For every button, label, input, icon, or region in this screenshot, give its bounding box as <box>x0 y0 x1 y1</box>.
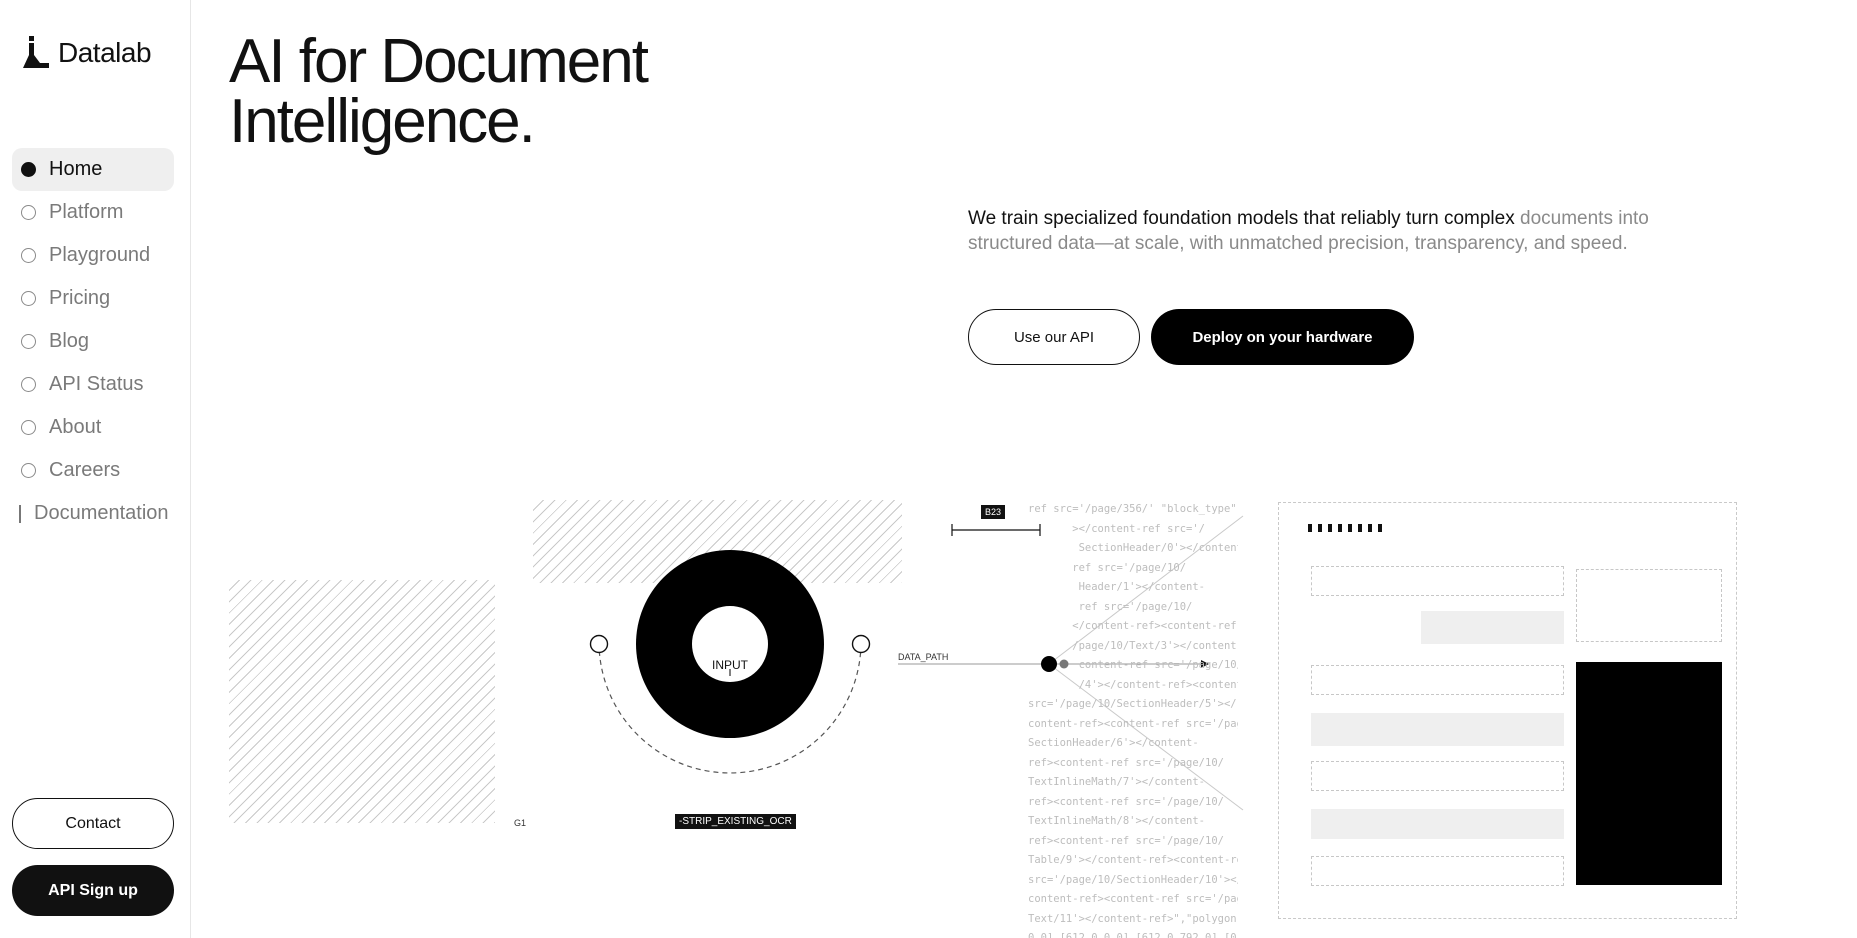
nav-item-label: API Status <box>49 373 144 395</box>
doc-block-text <box>1311 856 1564 886</box>
nav-item-label: Documentation <box>34 502 169 524</box>
nav-item-playground[interactable]: Playground <box>12 234 174 277</box>
code-line: ref><content-ref src='/page/10/ <box>1028 795 1224 808</box>
code-line: content-ref><content-ref src='/page/10/ <box>1028 893 1238 905</box>
json-code-stream: ref src='/page/356/' "block_type" ></con… <box>1028 500 1238 938</box>
code-line: content-ref src='/page/10/ <box>1028 659 1238 671</box>
deploy-hardware-button[interactable]: Deploy on your hardware <box>1151 309 1414 365</box>
doc-block-text <box>1311 761 1564 791</box>
code-line: Header/1'></content- <box>1028 581 1206 593</box>
sidebar: Datalab Home Platform Playground Pricing… <box>0 0 191 938</box>
radio-empty-icon <box>21 291 36 306</box>
code-line: ref src='/page/356/' "block_type" <box>1028 503 1237 515</box>
nav-item-blog[interactable]: Blog <box>12 320 174 363</box>
datalab-logo-icon <box>20 36 50 70</box>
b23-tag: B23 <box>981 505 1006 519</box>
doc-block-equation <box>1311 713 1564 746</box>
code-line: src='/page/10/SectionHeader/5'></ <box>1028 698 1237 710</box>
external-link-bar-icon <box>19 504 21 523</box>
code-line: src='/page/10/SectionHeader/10'></ <box>1028 873 1238 886</box>
radio-empty-icon <box>21 377 36 392</box>
subtitle-dark: We train specialized foundation models t… <box>968 208 1515 229</box>
nav-item-label: Home <box>49 158 103 180</box>
radio-empty-icon <box>21 420 36 435</box>
code-line: ></content-ref src='/ <box>1028 522 1206 535</box>
nav-item-label: Playground <box>49 244 151 266</box>
hero-diagram: G1 INPUT -STRIP_EXISTING_OCR DATA_PATH B… <box>191 480 1857 938</box>
nav-item-api-status[interactable]: API Status <box>12 363 174 406</box>
nav-item-label: Platform <box>49 201 124 223</box>
doc-block-caption <box>1421 611 1564 644</box>
title-line-2: Intelligence. <box>229 87 536 156</box>
code-line: 0.0],[612.0,0.0],[612.0,792.0],[0.0, <box>1028 932 1238 938</box>
nav-item-home[interactable]: Home <box>12 148 174 191</box>
api-signup-button[interactable]: API Sign up <box>12 865 174 916</box>
brand-logo[interactable]: Datalab <box>20 36 152 70</box>
doc-block-figure <box>1576 569 1722 642</box>
page-title: AI for Document Intelligence. <box>229 31 789 153</box>
nav-item-pricing[interactable]: Pricing <box>12 277 174 320</box>
code-line: SectionHeader/6'></content- <box>1028 737 1199 749</box>
contact-button[interactable]: Contact <box>12 798 174 849</box>
code-line: /page/10/Text/3'></content- <box>1028 639 1238 652</box>
radio-empty-icon <box>21 205 36 220</box>
code-line: ref src='/page/10/ <box>1028 600 1193 613</box>
use-api-button[interactable]: Use our API <box>968 309 1140 365</box>
code-line: TextInlineMath/8'></content- <box>1028 815 1206 827</box>
main-nav: Home Platform Playground Pricing Blog AP… <box>12 148 174 535</box>
radio-filled-icon <box>21 162 36 177</box>
nav-item-label: Blog <box>49 330 90 352</box>
brand-name: Datalab <box>58 37 152 68</box>
document-layout-preview <box>1278 502 1737 919</box>
nav-item-careers[interactable]: Careers <box>12 449 174 492</box>
code-line: </content-ref><content-ref <box>1028 620 1237 632</box>
dotted-header-icon <box>1308 524 1382 532</box>
code-line: ref><content-ref src='/page/10/ <box>1028 756 1224 769</box>
nav-item-platform[interactable]: Platform <box>12 191 174 234</box>
code-line: Text/11'></content-ref>","polygon":[[0.0… <box>1028 912 1238 925</box>
nav-item-label: About <box>49 416 102 438</box>
radio-empty-icon <box>21 248 36 263</box>
doc-block-table <box>1576 662 1722 885</box>
hero-subtitle: We train specialized foundation models t… <box>968 206 1728 256</box>
nav-item-about[interactable]: About <box>12 406 174 449</box>
code-line: TextInlineMath/7'></content- <box>1028 776 1206 788</box>
doc-block-text <box>1311 566 1564 596</box>
code-line: /4'></content-ref><content-ref <box>1078 678 1238 691</box>
doc-block-text <box>1311 665 1564 695</box>
radio-empty-icon <box>21 334 36 349</box>
code-line: Table/9'></content-ref><content-ref <box>1028 854 1238 866</box>
nav-item-label: Careers <box>49 459 121 481</box>
doc-block-equation <box>1311 809 1564 839</box>
title-line-1: AI for Document <box>229 27 649 96</box>
nav-item-documentation[interactable]: Documentation <box>12 492 174 535</box>
code-line: ref><content-ref src='/page/10/ <box>1028 834 1224 847</box>
code-line: content-ref><content-ref src='/page/10/ <box>1028 717 1238 730</box>
radio-empty-icon <box>21 463 36 478</box>
code-line: SectionHeader/0'></content- <box>1028 542 1238 554</box>
code-line: ref src='/page/10/ <box>1028 561 1187 574</box>
nav-item-label: Pricing <box>49 287 111 309</box>
